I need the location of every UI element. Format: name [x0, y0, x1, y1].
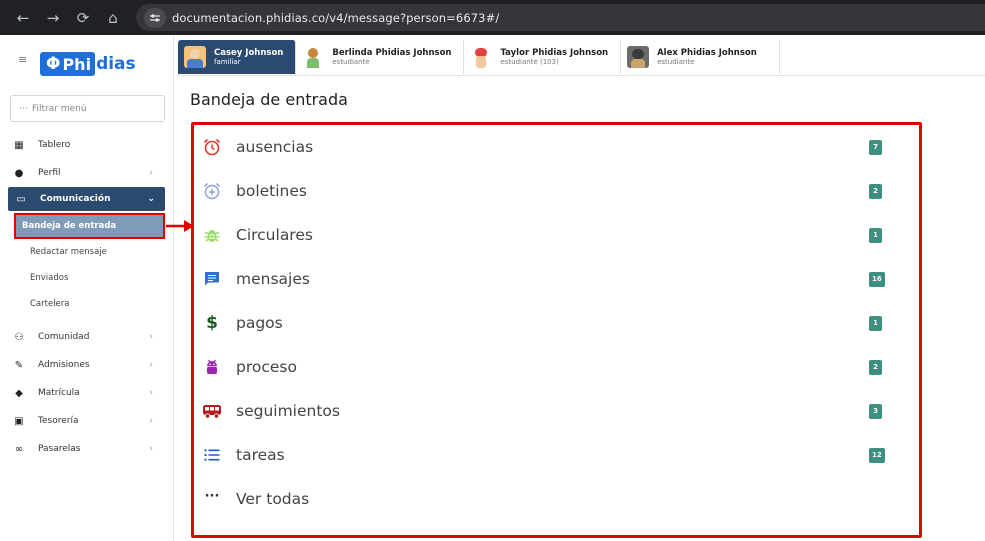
inbox-row-ver-todas[interactable]: ··· Ver todas — [194, 477, 919, 521]
inbox-row-seguimientos[interactable]: seguimientos 3 — [194, 389, 919, 433]
list-icon — [202, 445, 222, 465]
chevron-right-icon: › — [149, 444, 153, 454]
count-badge: 2 — [869, 183, 882, 199]
menu-toggle-icon[interactable]: ≡ — [18, 53, 27, 66]
filter-menu-input[interactable]: ⋯ Filtrar menú — [10, 95, 165, 122]
avatar — [302, 46, 325, 68]
chevron-right-icon: › — [149, 332, 153, 342]
inbox-row-pagos[interactable]: $ pagos 1 — [194, 301, 919, 345]
person-icon: ● — [14, 167, 24, 179]
submenu-redactar-mensaje[interactable]: Redactar mensaje — [0, 239, 173, 265]
profile-tab-alex[interactable]: Alex Phidias Johnson estudiante — [621, 40, 780, 74]
link-icon: ∞ — [14, 443, 24, 455]
chevron-right-icon: › — [149, 388, 153, 398]
reload-icon[interactable]: ⟳ — [70, 5, 96, 31]
avatar — [470, 46, 493, 68]
phidias-logo: Φ Phi dias — [40, 52, 136, 76]
submenu-enviados[interactable]: Enviados — [0, 265, 173, 291]
alarm-add-icon — [202, 181, 222, 201]
forward-icon[interactable]: → — [40, 5, 66, 31]
sidebar: ≡ Φ Phi dias ⋯ Filtrar menú ▦ Tablero ● Pe… — [0, 35, 174, 541]
count-badge: 12 — [869, 447, 885, 463]
sidebar-item-admisiones[interactable]: ✎ Admisiones › — [0, 351, 173, 379]
sidebar-item-matricula[interactable]: ◆ Matrícula › — [0, 379, 173, 407]
count-badge: 7 — [869, 139, 882, 155]
inbox-row-circulares[interactable]: Circulares 1 — [194, 213, 919, 257]
count-badge: 2 — [869, 359, 882, 375]
profile-tab-casey[interactable]: Casey Johnson familiar — [178, 40, 297, 74]
dashboard-icon: ▦ — [14, 139, 24, 151]
address-bar[interactable]: documentacion.phidias.co/v4/message?pers… — [136, 4, 985, 31]
back-icon[interactable]: ← — [10, 5, 36, 31]
inbox-row-ausencias[interactable]: ausencias 7 — [194, 125, 919, 169]
profile-tabs: Casey Johnson familiar Berlinda Phidias … — [178, 40, 780, 76]
chevron-right-icon: › — [149, 360, 153, 370]
count-badge: 1 — [869, 227, 882, 243]
submenu-cartelera[interactable]: Cartelera — [0, 291, 173, 317]
inbox-row-proceso[interactable]: proceso 2 — [194, 345, 919, 389]
inbox-row-boletines[interactable]: boletines 2 — [194, 169, 919, 213]
count-badge: 16 — [869, 271, 885, 287]
alarm-clock-icon — [202, 137, 222, 157]
sidebar-item-comunicacion[interactable]: ▭ Comunicación ⌄ — [8, 187, 165, 211]
more-dots-icon: ··· — [204, 488, 220, 504]
inbox-row-tareas[interactable]: tareas 12 — [194, 433, 919, 477]
highlight-arrow — [166, 220, 194, 232]
profile-tab-taylor[interactable]: Taylor Phidias Johnson estudiante (103) — [464, 40, 622, 74]
bug-icon — [202, 225, 222, 245]
inbox-category-list: ausencias 7 boletines 2 Circulares 1 men… — [191, 122, 922, 538]
chevron-right-icon: › — [149, 168, 153, 178]
sidebar-item-perfil[interactable]: ● Perfil › — [0, 159, 173, 187]
chevron-down-icon: ⌄ — [147, 194, 155, 204]
avatar — [627, 46, 650, 68]
message-icon: ▭ — [16, 193, 26, 205]
submenu-bandeja-de-entrada[interactable]: Bandeja de entrada — [14, 213, 165, 239]
avatar — [184, 46, 206, 68]
sidebar-item-tesoreria[interactable]: ▣ Tesorería › — [0, 407, 173, 435]
sidebar-menu: ▦ Tablero ● Perfil › ▭ Comunicación ⌄ Ba… — [0, 131, 173, 463]
admissions-icon: ✎ — [14, 359, 24, 371]
browser-toolbar: ← → ⟳ ⌂ documentacion.phidias.co/v4/mess… — [0, 0, 985, 35]
tabs-divider — [178, 75, 985, 76]
chevron-right-icon: › — [149, 416, 153, 426]
page-title: Bandeja de entrada — [190, 90, 348, 109]
home-icon[interactable]: ⌂ — [100, 5, 126, 31]
graduation-cap-icon: ◆ — [15, 387, 23, 399]
site-settings-icon[interactable] — [144, 7, 166, 28]
bus-icon — [202, 401, 222, 421]
inbox-row-mensajes[interactable]: mensajes 16 — [194, 257, 919, 301]
sidebar-item-tablero[interactable]: ▦ Tablero — [0, 131, 173, 159]
url-text: documentacion.phidias.co/v4/message?pers… — [172, 10, 500, 25]
money-icon: ▣ — [14, 415, 24, 427]
count-badge: 3 — [869, 403, 882, 419]
chat-icon — [202, 269, 222, 289]
profile-tab-berlinda[interactable]: Berlinda Phidias Johnson estudiante — [296, 40, 465, 74]
group-icon: ⚇ — [14, 331, 24, 343]
sidebar-item-pasarelas[interactable]: ∞ Pasarelas › — [0, 435, 173, 463]
android-icon — [202, 357, 222, 377]
count-badge: 1 — [869, 315, 882, 331]
dollar-icon: $ — [206, 313, 218, 333]
sidebar-item-comunidad[interactable]: ⚇ Comunidad › — [0, 323, 173, 351]
